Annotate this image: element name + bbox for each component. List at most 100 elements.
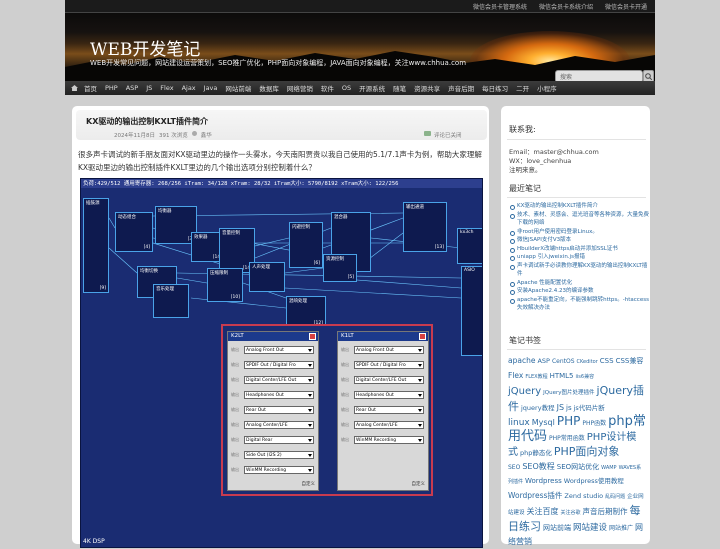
- output-select[interactable]: Headphones Out: [354, 391, 424, 399]
- output-select[interactable]: WinMM Recording: [244, 466, 314, 474]
- tag-link[interactable]: Wordpress使用教程: [564, 477, 624, 485]
- tag-link[interactable]: 网站建设: [573, 523, 607, 533]
- output-select[interactable]: Analog Front Out: [354, 346, 424, 354]
- close-icon[interactable]: [309, 333, 316, 340]
- close-icon[interactable]: [419, 333, 426, 340]
- output-select[interactable]: Digital Center/LFE Out: [244, 376, 314, 384]
- tag-link[interactable]: linux: [508, 418, 530, 428]
- nav-item[interactable]: Ajax: [178, 84, 200, 92]
- recent-post-link[interactable]: 技术、素材、灵感会、逗光班音等各种资源，大量免费下载的网络: [509, 211, 649, 228]
- tag-link[interactable]: jquery教程: [521, 404, 555, 412]
- top-link[interactable]: 微信会员卡开通: [605, 2, 647, 11]
- tag-link[interactable]: ASP: [537, 357, 550, 365]
- output-select[interactable]: Side Out (I2S 2): [244, 451, 314, 459]
- tag-link[interactable]: CSS兼容: [616, 357, 644, 365]
- nav-item[interactable]: ASP: [122, 84, 143, 92]
- tag-link[interactable]: PHP函数: [582, 420, 606, 427]
- dsp-block[interactable]: 压缩限制 [10]: [207, 268, 243, 302]
- tag-link[interactable]: Wordpress: [525, 477, 562, 485]
- tag-link[interactable]: 网站前端: [543, 524, 571, 532]
- nav-item[interactable]: 随笔: [389, 83, 410, 93]
- tag-link[interactable]: PHP: [557, 414, 581, 428]
- nav-item[interactable]: 首页: [80, 83, 101, 93]
- top-link[interactable]: 微信会员卡管理系统: [473, 2, 527, 11]
- output-select[interactable]: Analog Center/LFE: [244, 421, 314, 429]
- tag-link[interactable]: WAMP: [601, 465, 616, 471]
- tag-link[interactable]: SEO教程: [522, 462, 554, 471]
- nav-item[interactable]: 每日练习: [478, 83, 512, 93]
- dialog-footer[interactable]: 自定义: [302, 481, 316, 487]
- tag-link[interactable]: js: [566, 404, 572, 412]
- dsp-block[interactable]: 动态组合 [4]: [115, 212, 153, 252]
- nav-item[interactable]: 二开: [512, 83, 533, 93]
- nav-item[interactable]: 小程序: [533, 83, 561, 93]
- tag-link[interactable]: SEO: [508, 464, 520, 471]
- recent-post-link[interactable]: apache不能重定向，不能强制跳转https。-htaccess失效解决办法: [509, 296, 649, 313]
- tag-link[interactable]: 网站推广: [609, 525, 633, 532]
- nav-item[interactable]: 数据库: [255, 83, 283, 93]
- nav-item[interactable]: 网站前端: [221, 83, 255, 93]
- tag-link[interactable]: apache: [508, 356, 535, 365]
- tag-link[interactable]: Zend studio: [564, 492, 603, 500]
- recent-post-link[interactable]: Apache 性能配置优化: [509, 279, 649, 288]
- tag-link[interactable]: jQuery: [508, 386, 541, 397]
- output-select[interactable]: Rear Out: [244, 406, 314, 414]
- nav-item[interactable]: 软件: [317, 83, 338, 93]
- tag-link[interactable]: CKeditor: [577, 359, 598, 365]
- top-link[interactable]: 微信会员卡系统介绍: [539, 2, 593, 11]
- tag-link[interactable]: CentOS: [552, 358, 575, 365]
- output-select[interactable]: SPDIF Out / Digital Fro: [354, 361, 424, 369]
- tag-link[interactable]: JS: [557, 403, 564, 412]
- tag-link[interactable]: PHP面向对象: [554, 445, 620, 458]
- tag-link[interactable]: php静态化: [520, 449, 552, 457]
- recent-post-link[interactable]: 安装Apache2.4.23的编译参数: [509, 287, 649, 296]
- dsp-block[interactable]: ASIO: [461, 266, 482, 356]
- output-select[interactable]: Headphones Out: [244, 391, 314, 399]
- nav-item[interactable]: 开源系统: [355, 83, 389, 93]
- dsp-block[interactable]: 资源控制 [5]: [323, 254, 357, 282]
- nav-item[interactable]: JS: [142, 84, 156, 92]
- dsp-block[interactable]: 闪避控制 [6]: [289, 222, 323, 268]
- tag-link[interactable]: Mysql: [532, 418, 555, 427]
- nav-item[interactable]: Flex: [156, 84, 177, 92]
- dsp-block[interactable]: 插鼓源 [9]: [83, 198, 109, 293]
- tag-link[interactable]: CSS: [600, 357, 614, 365]
- tag-link[interactable]: FLEX教程: [525, 374, 547, 380]
- tag-link[interactable]: 关注谷歌: [561, 510, 581, 516]
- recent-post-link[interactable]: 声卡调试新手必读教你理解KX驱动的输出控制KXLT插件: [509, 262, 649, 279]
- tag-link[interactable]: js代码片断: [574, 404, 605, 412]
- nav-item[interactable]: Java: [200, 84, 222, 92]
- nav-item[interactable]: 声音后期: [444, 83, 478, 93]
- output-select[interactable]: Digital Center/LFE Out: [354, 376, 424, 384]
- output-select[interactable]: SPDIF Out / Digital Fro: [244, 361, 314, 369]
- tag-link[interactable]: SEO网站优化: [557, 463, 599, 471]
- output-select[interactable]: Analog Front Out: [244, 346, 314, 354]
- dsp-block[interactable]: kx3ch: [457, 228, 482, 264]
- tag-link[interactable]: 声音后期制作: [583, 507, 628, 516]
- tag-link[interactable]: Wordpress插件: [508, 491, 562, 500]
- tag-link[interactable]: 乱码问题: [605, 494, 625, 500]
- nav-item[interactable]: OS: [338, 84, 355, 92]
- recent-post-link[interactable]: HbuilderX改端https启动并添加SSL证书: [509, 245, 649, 254]
- dsp-block[interactable]: 输出通道 [13]: [403, 202, 447, 252]
- post-title[interactable]: KX驱动的输出控制KXLT插件简介: [86, 116, 208, 127]
- recent-post-link[interactable]: 非root用户使用密码登录Linux。: [509, 228, 649, 237]
- tag-link[interactable]: 关注百度: [527, 507, 559, 516]
- output-select[interactable]: WinMM Recording: [354, 436, 424, 444]
- dsp-block[interactable]: 人声处理: [249, 262, 285, 292]
- tag-link[interactable]: PHP常用函数: [549, 435, 585, 442]
- dialog-footer[interactable]: 自定义: [412, 481, 426, 487]
- tag-link[interactable]: Flex: [508, 371, 523, 380]
- nav-item[interactable]: 资源共享: [410, 83, 444, 93]
- nav-item[interactable]: 网络营销: [283, 83, 317, 93]
- dsp-block[interactable]: 音乐处理: [153, 284, 189, 318]
- tag-link[interactable]: iis6兼容: [576, 374, 595, 380]
- output-select[interactable]: Digital Rear: [244, 436, 314, 444]
- recent-post-link[interactable]: 微信JSAPI支付V3版本: [509, 236, 649, 245]
- post-author[interactable]: 鑫华: [201, 131, 212, 139]
- recent-post-link[interactable]: uniapp 引入jweixin.js报错: [509, 253, 649, 262]
- tag-link[interactable]: HTML5: [550, 372, 574, 380]
- nav-item[interactable]: PHP: [101, 84, 122, 92]
- output-select[interactable]: Rear Out: [354, 406, 424, 414]
- output-select[interactable]: Analog Center/LFE: [354, 421, 424, 429]
